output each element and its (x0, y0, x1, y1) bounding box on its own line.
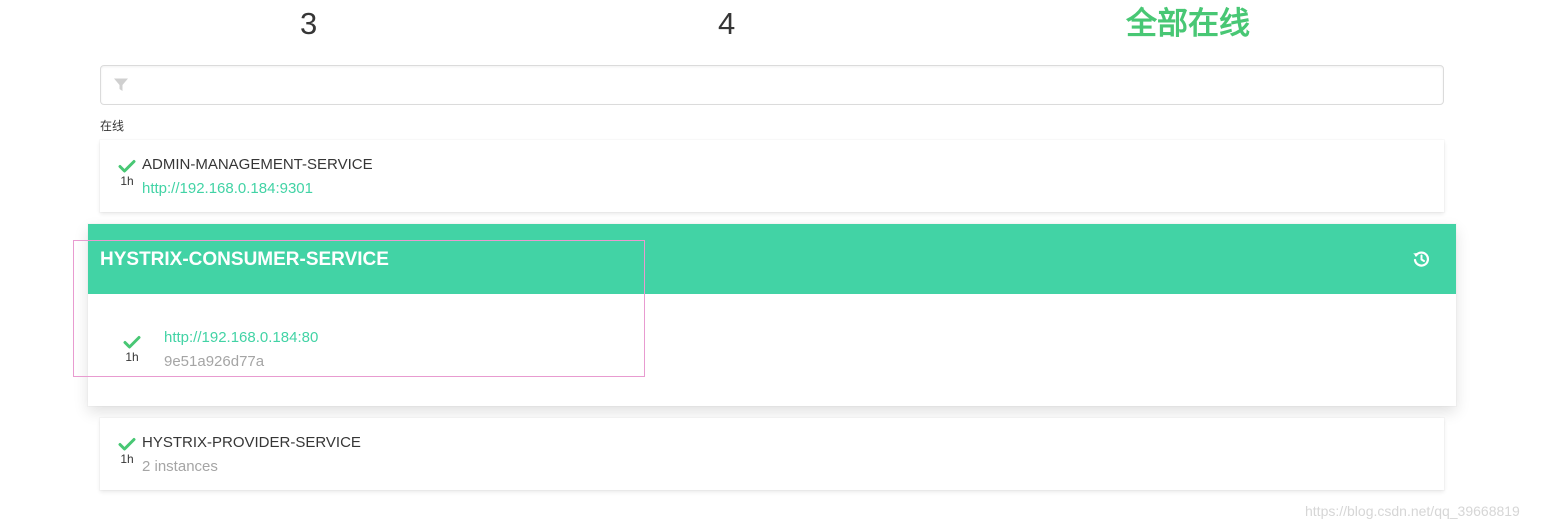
instance-count-label: 2 instances (142, 458, 218, 475)
application-header[interactable]: HYSTRIX-CONSUMER-SERVICE (88, 224, 1456, 294)
application-name: HYSTRIX-PROVIDER-SERVICE (142, 434, 361, 451)
check-icon (123, 336, 141, 349)
history-icon[interactable] (1412, 250, 1430, 268)
filter-icon (114, 78, 128, 91)
application-card-admin-management-service[interactable]: 1h ADMIN-MANAGEMENT-SERVICE http://192.1… (100, 140, 1444, 212)
stats-header: 3 4 全部在线 (0, 0, 1557, 50)
application-status: 1h (118, 158, 136, 188)
overall-status: 全部在线 (1126, 6, 1250, 41)
application-since: 1h (120, 174, 134, 188)
status-group-heading: 在线 (100, 119, 125, 133)
filter-box[interactable] (100, 65, 1444, 106)
watermark: https://blog.csdn.net/qq_39668819 (1305, 503, 1520, 519)
filter-input[interactable] (141, 66, 1435, 106)
check-icon (118, 160, 136, 173)
instance-since: 1h (125, 350, 139, 364)
application-status: 1h (118, 436, 136, 466)
application-card-hystrix-provider-service[interactable]: 1h HYSTRIX-PROVIDER-SERVICE 2 instances (100, 418, 1444, 490)
application-url-link[interactable]: http://192.168.0.184:9301 (142, 179, 313, 199)
instance-id: 9e51a926d77a (164, 353, 265, 370)
instance-url-link[interactable]: http://192.168.0.184:80 (164, 328, 318, 348)
application-since: 1h (120, 452, 134, 466)
application-expanded-hystrix-consumer-service: HYSTRIX-CONSUMER-SERVICE 1h http://192.1… (88, 224, 1456, 406)
instances-count: 4 (718, 6, 736, 41)
application-name: ADMIN-MANAGEMENT-SERVICE (142, 156, 373, 173)
applications-count: 3 (300, 6, 318, 41)
instance-status: 1h (122, 334, 142, 364)
check-icon (118, 438, 136, 451)
application-title: HYSTRIX-CONSUMER-SERVICE (100, 249, 389, 270)
